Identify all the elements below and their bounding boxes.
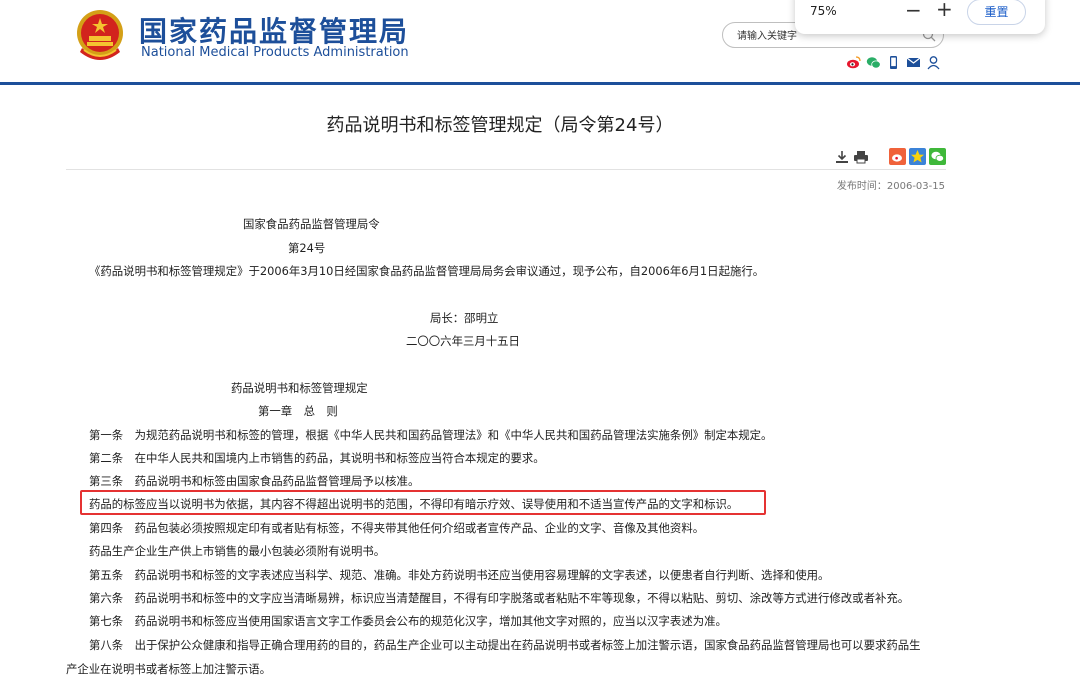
signing-date: 二〇〇六年三月十五日 xyxy=(406,334,520,348)
decree-issuer: 国家食品药品监督管理局令 xyxy=(243,217,380,231)
header-divider xyxy=(0,82,1080,85)
decree-announcement: 《药品说明书和标签管理规定》于2006年3月10日经国家食品药品监督管理局局务会… xyxy=(89,264,765,278)
site-title-chinese: 国家药品监督管理局 xyxy=(139,15,410,48)
article-title: 药品说明书和标签管理规定（局令第24号） xyxy=(326,115,674,136)
site-title-english: National Medical Products Administration xyxy=(141,45,409,60)
user-icon[interactable] xyxy=(926,55,941,70)
article-paragraph: 药品生产企业生产供上市销售的最小包装必须附有说明书。 xyxy=(89,544,386,558)
share-wechat-icon[interactable] xyxy=(929,148,946,165)
print-icon[interactable] xyxy=(853,149,869,165)
email-icon[interactable] xyxy=(906,55,921,70)
article-paragraph: 第四条 药品包装必须按照规定印有或者贴有标签，不得夹带其他任何介绍或者宣传产品、… xyxy=(89,521,705,535)
national-emblem-icon xyxy=(77,10,123,60)
article-paragraph: 第七条 药品说明书和标签应当使用国家语言文字工作委员会公布的规范化汉字，增加其他… xyxy=(89,614,727,628)
article-paragraph: 第五条 药品说明书和标签的文字表述应当科学、规范、准确。非处方药说明书还应当使用… xyxy=(89,568,830,582)
decree-number: 第24号 xyxy=(288,241,326,255)
weibo-icon[interactable] xyxy=(846,55,861,70)
chapter-heading: 第一章 总 则 xyxy=(258,404,338,418)
highlight-annotation xyxy=(80,490,766,515)
zoom-popup: 75% − + 重置 xyxy=(795,0,1045,34)
article-divider xyxy=(66,169,946,170)
article-paragraph: 产企业在说明书或者标签上加注警示语。 xyxy=(66,662,272,676)
download-icon[interactable] xyxy=(834,149,850,165)
article-paragraph: 第八条 出于保护公众健康和指导正确合理用药的目的，药品生产企业可以主动提出在药品… xyxy=(89,638,921,652)
wechat-icon[interactable] xyxy=(866,55,881,70)
share-qzone-icon[interactable] xyxy=(909,148,926,165)
publish-date: 发布时间：2006-03-15 xyxy=(836,181,945,192)
zoom-level: 75% xyxy=(810,4,837,18)
zoom-reset-button[interactable]: 重置 xyxy=(967,0,1026,25)
regulation-title: 药品说明书和标签管理规定 xyxy=(231,381,368,395)
zoom-in-button[interactable]: + xyxy=(936,0,953,21)
social-links xyxy=(846,54,941,70)
share-weibo-icon[interactable] xyxy=(889,148,906,165)
signatory: 局长：邵明立 xyxy=(430,311,499,325)
mobile-icon[interactable] xyxy=(886,55,901,70)
article-paragraph: 第六条 药品说明书和标签中的文字应当清晰易辨，标识应当清楚醒目，不得有印字脱落或… xyxy=(89,591,910,605)
article-paragraph: 第二条 在中华人民共和国境内上市销售的药品，其说明书和标签应当符合本规定的要求。 xyxy=(89,451,545,465)
article-paragraph: 第一条 为规范药品说明书和标签的管理，根据《中华人民共和国药品管理法》和《中华人… xyxy=(89,428,773,442)
zoom-out-button[interactable]: − xyxy=(905,0,922,22)
article-tools xyxy=(834,148,946,165)
article-paragraph: 第三条 药品说明书和标签由国家食品药品监督管理局予以核准。 xyxy=(89,474,420,488)
